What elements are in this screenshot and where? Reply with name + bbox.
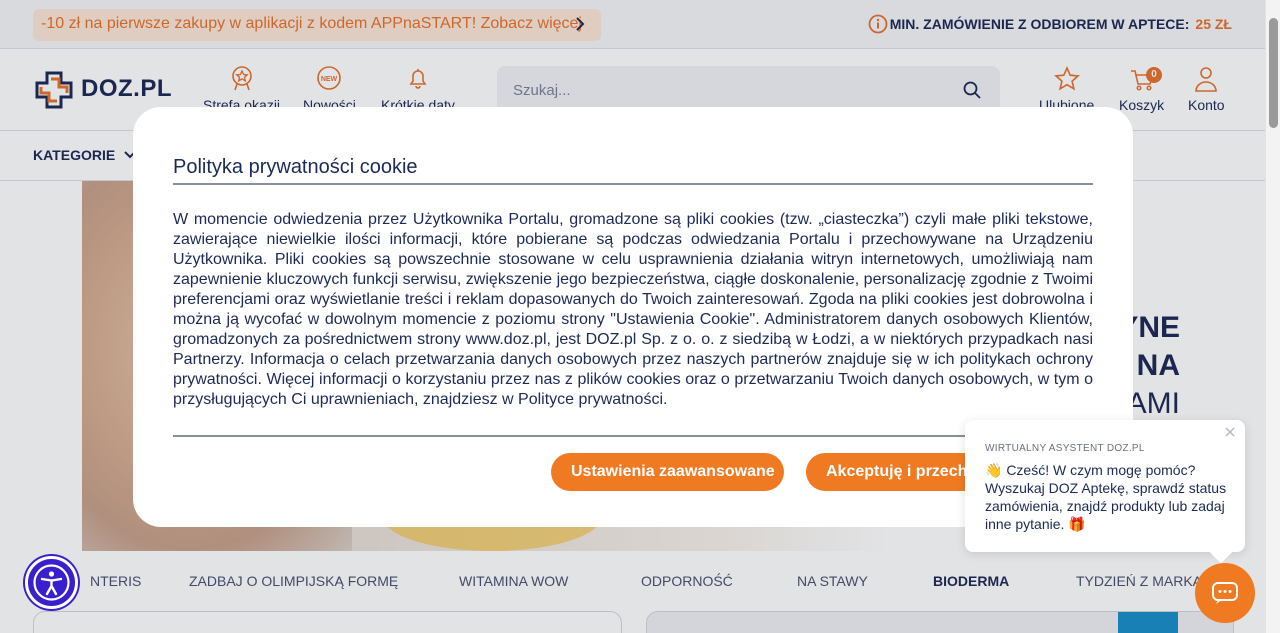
divider (173, 435, 1093, 437)
page-scrollbar[interactable] (1265, 0, 1280, 633)
chat-assistant-bubble[interactable]: WIRTUALNY ASYSTENT DOZ.PL 👋 Cześć! W czy… (965, 420, 1245, 552)
chat-icon (1212, 582, 1238, 604)
page: -10 zł na pierwsze zakupy w aplikacji z … (0, 0, 1280, 633)
cookie-modal-title: Polityka prywatności cookie (173, 156, 418, 178)
cookie-modal-body: W momencie odwiedzenia przez Użytkownika… (173, 211, 1093, 408)
accessibility-icon (33, 564, 70, 601)
accessibility-button[interactable] (25, 556, 78, 609)
chat-assistant-message: 👋 Cześć! W czym mogę pomóc? Wyszukaj DOZ… (985, 462, 1227, 532)
chat-open-button[interactable] (1195, 563, 1255, 623)
chat-assistant-label: WIRTUALNY ASYSTENT DOZ.PL (985, 443, 1145, 454)
advanced-settings-button[interactable]: Ustawienia zaawansowane (551, 453, 784, 491)
scrollbar-thumb[interactable] (1269, 18, 1278, 128)
divider (173, 183, 1093, 185)
close-icon[interactable] (1224, 426, 1236, 438)
